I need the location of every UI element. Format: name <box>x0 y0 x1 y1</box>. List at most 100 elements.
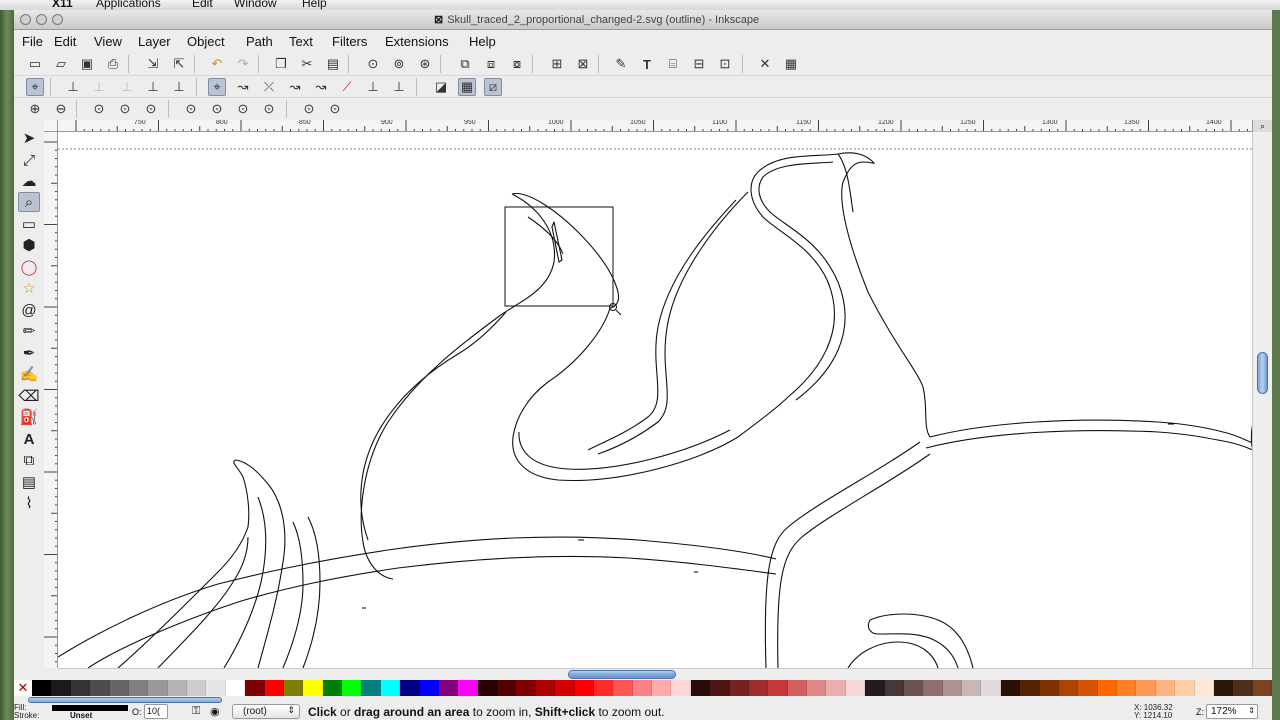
selector-icon[interactable]: ➤ <box>18 128 40 148</box>
menu-view[interactable]: View <box>94 34 122 49</box>
snap-bbox-center-icon[interactable]: ⊥ <box>170 78 188 96</box>
calligraphy-icon[interactable]: ✍ <box>18 364 40 384</box>
menu-text[interactable]: Text <box>289 34 313 49</box>
color-swatch[interactable] <box>361 680 381 696</box>
align-distribute-icon[interactable]: ⊟ <box>690 55 708 73</box>
snap-midpoints-icon[interactable]: ⟋ <box>338 78 356 96</box>
palette-scroll-thumb[interactable] <box>28 697 222 703</box>
snap-bbox-midpoint-icon[interactable]: ⊥ <box>144 78 162 96</box>
copy-icon[interactable]: ❐ <box>272 55 290 73</box>
new-document-icon[interactable]: ▭ <box>26 55 44 73</box>
color-swatch[interactable] <box>342 680 362 696</box>
horizontal-ruler[interactable]: 750 800 850 900 950 1000 1050 1100 1150 … <box>58 120 1252 132</box>
rect-icon[interactable]: ▭ <box>18 214 40 234</box>
menu-layer[interactable]: Layer <box>138 34 171 49</box>
zoom-icon[interactable]: ⌕ <box>18 192 40 212</box>
color-swatch[interactable] <box>787 680 807 696</box>
color-swatch[interactable] <box>1058 680 1079 696</box>
3dbox-icon[interactable]: ⬢ <box>18 235 40 255</box>
zoom-selection-icon[interactable]: ⊙ <box>364 55 382 73</box>
zoom-field[interactable]: 172% ⇕ <box>1206 704 1258 719</box>
zoom-corner-icon[interactable]: ⌕ <box>1252 120 1272 132</box>
snap-bbox-icon[interactable]: ⊥ <box>64 78 82 96</box>
color-swatch[interactable] <box>826 680 846 696</box>
snap-grids-icon[interactable]: ▦ <box>458 78 476 96</box>
mac-menu-x11[interactable]: X11 <box>52 0 73 10</box>
save-icon[interactable]: ▣ <box>78 55 96 73</box>
group-icon[interactable]: ⊞ <box>548 55 566 73</box>
snap-cusp-nodes-icon[interactable]: ↝ <box>286 78 304 96</box>
tweak-icon[interactable]: ☁ <box>18 171 40 191</box>
menu-filters[interactable]: Filters <box>332 34 367 49</box>
toggle-visibility-icon[interactable]: ◉ <box>210 705 220 718</box>
menu-object[interactable]: Object <box>187 34 225 49</box>
zoom-page-tool-icon[interactable]: ⊙ <box>234 100 252 118</box>
mac-menu-window[interactable]: Window <box>234 0 277 10</box>
color-swatch[interactable] <box>438 680 459 696</box>
dropper-icon[interactable]: ⌇ <box>18 493 40 513</box>
vertical-ruler[interactable] <box>44 132 58 668</box>
snap-object-centers-icon[interactable]: ⊥ <box>364 78 382 96</box>
star-icon[interactable]: ☆ <box>18 278 40 298</box>
cut-icon[interactable]: ✂ <box>298 55 316 73</box>
color-swatch[interactable] <box>225 680 246 696</box>
horizontal-scroll-thumb[interactable] <box>568 670 676 679</box>
preferences-icon[interactable]: ✕ <box>756 55 774 73</box>
color-swatch[interactable] <box>574 680 594 696</box>
color-swatch[interactable] <box>51 680 71 696</box>
color-swatch[interactable] <box>380 680 401 696</box>
snap-page-border-icon[interactable]: ◪ <box>432 78 450 96</box>
snap-smooth-nodes-icon[interactable]: ↝ <box>312 78 330 96</box>
color-swatch[interactable] <box>729 680 749 696</box>
color-swatch[interactable] <box>109 680 129 696</box>
snap-enable-icon[interactable]: ⌖ <box>26 78 44 96</box>
zoom-in-icon[interactable]: ⊕ <box>26 100 44 118</box>
color-swatch[interactable] <box>90 680 110 696</box>
color-swatch[interactable] <box>865 680 885 696</box>
zoom-drawing-tool-icon[interactable]: ⊙ <box>208 100 226 118</box>
menu-file[interactable]: File <box>22 34 43 49</box>
lock-layer-icon[interactable]: ⚿ <box>192 705 200 718</box>
document-properties-icon[interactable]: ▦ <box>782 55 800 73</box>
color-swatch[interactable] <box>845 680 866 696</box>
color-swatch[interactable] <box>1020 680 1040 696</box>
layer-selector[interactable]: (root) ⇕ <box>232 704 300 719</box>
color-swatch[interactable] <box>1097 680 1117 696</box>
vertical-scroll-thumb[interactable] <box>1257 352 1268 394</box>
color-swatch[interactable] <box>148 680 168 696</box>
node-icon[interactable]: ⤢ <box>18 150 40 170</box>
color-swatch[interactable] <box>613 680 633 696</box>
mac-menu-applications[interactable]: Applications <box>96 0 161 10</box>
xml-editor-icon[interactable]: ⌸ <box>664 55 682 73</box>
color-swatch[interactable] <box>768 680 788 696</box>
import-icon[interactable]: ⇲ <box>144 55 162 73</box>
snap-nodes-icon[interactable]: ⌖ <box>208 78 226 96</box>
color-swatch[interactable] <box>187 680 207 696</box>
transform-icon[interactable]: ⊡ <box>716 55 734 73</box>
opacity-field[interactable]: 10( <box>144 704 168 719</box>
drawing-canvas[interactable] <box>58 132 1252 668</box>
color-swatch[interactable] <box>206 680 226 696</box>
fill-stroke-icon[interactable]: ✎ <box>612 55 630 73</box>
mac-menu-help[interactable]: Help <box>302 0 327 10</box>
color-swatch[interactable] <box>400 680 420 696</box>
zoom-next-icon[interactable]: ⊙ <box>326 100 344 118</box>
color-swatch[interactable] <box>1252 680 1272 696</box>
color-swatch[interactable] <box>419 680 439 696</box>
ellipse-icon[interactable]: ◯ <box>18 257 40 277</box>
color-swatch[interactable] <box>245 680 265 696</box>
color-swatch[interactable] <box>516 680 536 696</box>
color-swatch[interactable] <box>884 680 904 696</box>
color-swatch[interactable] <box>1078 680 1098 696</box>
color-swatch[interactable] <box>1117 680 1137 696</box>
color-swatch[interactable] <box>710 680 730 696</box>
color-swatch[interactable] <box>1155 680 1176 696</box>
zoom-page-width-icon[interactable]: ⊙ <box>260 100 278 118</box>
clone-icon[interactable]: ⧈ <box>482 55 500 73</box>
title-bar[interactable]: ⊠ Skull_traced_2_proportional_changed-2.s… <box>14 10 1272 30</box>
color-swatch[interactable] <box>303 680 323 696</box>
redo-icon[interactable]: ↷ <box>234 55 252 73</box>
undo-icon[interactable]: ↶ <box>208 55 226 73</box>
snap-bbox-corner-icon[interactable]: ⊥ <box>118 78 136 96</box>
no-color-swatch[interactable]: ✕ <box>14 680 32 696</box>
